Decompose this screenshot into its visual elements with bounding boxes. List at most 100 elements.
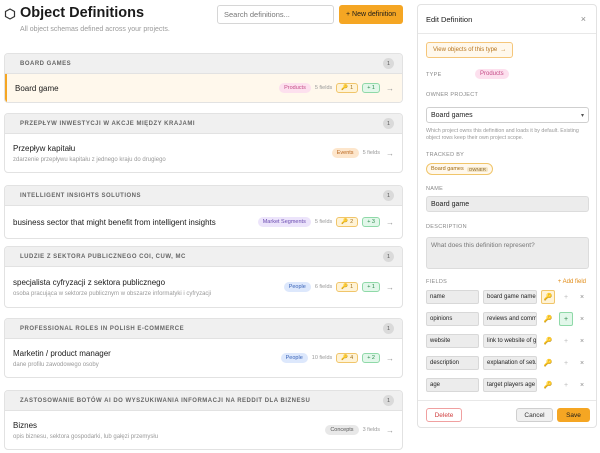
definition-row[interactable]: Przepływ kapitału zdarzenie przepływu ka… <box>5 134 402 172</box>
hexagon-icon <box>4 8 16 20</box>
remove-field-icon[interactable]: × <box>577 338 587 345</box>
remove-field-icon[interactable]: × <box>577 316 587 323</box>
field-count: 3 fields <box>362 427 380 433</box>
group-header[interactable]: LUDZIE Z SEKTORA PUBLICZNEGO COI, CUW, M… <box>5 247 402 267</box>
group-count: 1 <box>383 251 394 262</box>
group-przeplyw: PRZEPŁYW INWESTYCJI W AKCJE MIĘDZY KRAJA… <box>4 113 403 173</box>
plus-badge: + 1 <box>362 282 380 292</box>
search-input[interactable] <box>217 5 334 24</box>
plus-toggle-icon[interactable]: + <box>559 290 573 304</box>
definition-row[interactable]: specjalista cyfryzacji z sektora publicz… <box>5 267 402 307</box>
group-ludzie-sektora: LUDZIE Z SEKTORA PUBLICZNEGO COI, CUW, M… <box>4 246 403 308</box>
divider <box>418 33 596 34</box>
group-header[interactable]: PRZEPŁYW INWESTYCJI W AKCJE MIĘDZY KRAJA… <box>5 114 402 134</box>
field-description-input[interactable]: reviews and comments <box>483 312 537 326</box>
group-zastosowanie-botow: ZASTOSOWANIE BOTÓW AI DO WYSZUKIWANIA IN… <box>4 390 403 450</box>
key-toggle-icon[interactable]: 🔑 <box>541 356 555 370</box>
key-toggle-icon[interactable]: 🔑 <box>541 334 555 348</box>
remove-field-icon[interactable]: × <box>577 360 587 367</box>
field-description-input[interactable]: explanation of setup <box>483 356 537 370</box>
type-pill: Events <box>331 148 359 158</box>
plus-toggle-icon[interactable]: + <box>559 378 573 392</box>
fields-label: FIELDS <box>426 279 448 285</box>
field-row: opinions reviews and comments 🔑 + × <box>426 312 594 326</box>
key-toggle-icon[interactable]: 🔑 <box>541 290 555 304</box>
key-toggle-icon[interactable]: 🔑 <box>541 312 555 326</box>
key-icon: 🔑 <box>341 219 349 225</box>
field-row: website link to website of game 🔑 + × <box>426 334 594 348</box>
field-description-input[interactable]: link to website of game <box>483 334 537 348</box>
definition-description: opis biznesu, sektora gospodarki, lub ga… <box>13 433 159 440</box>
add-field-button[interactable]: + Add field <box>558 279 586 285</box>
field-count: 5 fields <box>362 150 380 156</box>
key-icon: 🔑 <box>341 284 349 290</box>
group-header[interactable]: INTELLIGENT INSIGHTS SOLUTIONS 1 <box>5 186 402 206</box>
group-header[interactable]: BOARD GAMES 1 <box>5 54 402 74</box>
type-pill: Products <box>279 83 311 93</box>
field-row: age target players age 🔑 + × <box>426 378 594 392</box>
group-name: BOARD GAMES <box>20 60 72 67</box>
type-pill: Products <box>475 69 509 79</box>
remove-field-icon[interactable]: × <box>577 382 587 389</box>
owner-project-label: OWNER PROJECT <box>426 92 479 98</box>
group-count: 1 <box>383 190 394 201</box>
field-name-input[interactable]: description <box>426 356 479 370</box>
tracked-by-label: TRACKED BY <box>426 152 465 158</box>
type-label: TYPE <box>426 72 442 78</box>
key-badge: 🔑 1 <box>336 83 359 93</box>
field-row: description explanation of setup 🔑 + × <box>426 356 594 370</box>
owner-project-select[interactable]: Board games ▾ <box>426 107 589 123</box>
field-count: 5 fields <box>314 85 333 91</box>
divider <box>418 400 596 401</box>
group-count: 1 <box>383 58 394 69</box>
save-button[interactable]: Save <box>557 408 590 422</box>
field-name-input[interactable]: age <box>426 378 479 392</box>
definition-description: dane profilu zawodowego osoby <box>13 361 99 368</box>
view-objects-button[interactable]: View objects of this type → <box>426 42 514 58</box>
group-intelligent-insights: INTELLIGENT INSIGHTS SOLUTIONS 1 busines… <box>4 185 403 239</box>
arrow-right-icon: → <box>386 425 394 435</box>
definition-row[interactable]: Marketin / product manager dane profilu … <box>5 339 402 377</box>
group-count: 1 <box>383 395 394 406</box>
type-pill: Concepts <box>325 425 359 435</box>
key-badge: 🔑 2 <box>336 217 359 227</box>
field-count: 5 fields <box>314 219 333 225</box>
field-name-input[interactable]: opinions <box>426 312 479 326</box>
field-name-input[interactable]: website <box>426 334 479 348</box>
page-subtitle: All object schemas defined across your p… <box>20 26 170 33</box>
name-input[interactable]: Board game <box>426 196 589 212</box>
plus-toggle-icon[interactable]: + <box>559 356 573 370</box>
type-pill: People <box>283 282 311 292</box>
description-textarea[interactable]: What does this definition represent? <box>426 237 589 269</box>
group-board-games: BOARD GAMES 1 Board game Products 5 fiel… <box>4 53 403 103</box>
group-name: ZASTOSOWANIE BOTÓW AI DO WYSZUKIWANIA IN… <box>20 397 311 404</box>
remove-field-icon[interactable]: × <box>577 294 587 301</box>
delete-button[interactable]: Delete <box>426 408 462 422</box>
definition-row[interactable]: Board game Products 5 fields 🔑 1 + 1 → <box>5 74 402 102</box>
arrow-right-icon: → <box>386 282 394 292</box>
cancel-button[interactable]: Cancel <box>516 408 553 422</box>
plus-toggle-icon[interactable]: + <box>559 334 573 348</box>
group-header[interactable]: PROFESSIONAL ROLES IN POLISH E-COMMERCE … <box>5 319 402 339</box>
chevron-down-icon: ▾ <box>580 112 584 119</box>
tracked-project-chip: Board games OWNER <box>426 163 493 175</box>
group-header[interactable]: ZASTOSOWANIE BOTÓW AI DO WYSZUKIWANIA IN… <box>5 391 402 411</box>
key-toggle-icon[interactable]: 🔑 <box>541 378 555 392</box>
owner-help-text: Which project owns this definition and l… <box>426 128 579 142</box>
object-definitions-page: Object Definitions All object schemas de… <box>0 0 600 453</box>
field-description-input[interactable]: target players age <box>483 378 537 392</box>
field-count: 10 fields <box>311 355 333 361</box>
definition-description: zdarzenie przepływu kapitału z jednego k… <box>13 156 166 163</box>
plus-badge: + 1 <box>362 83 380 93</box>
group-name: LUDZIE Z SEKTORA PUBLICZNEGO COI, CUW, M… <box>20 253 186 260</box>
close-icon[interactable]: × <box>581 14 586 24</box>
new-definition-button[interactable]: + New definition <box>339 5 403 24</box>
field-description-input[interactable]: board game name <box>483 290 537 304</box>
page-title: Object Definitions <box>20 5 145 21</box>
description-label: DESCRIPTION <box>426 224 467 230</box>
field-name-input[interactable]: name <box>426 290 479 304</box>
definition-description: osoba pracująca w sektorze publicznym w … <box>13 290 212 297</box>
definition-row[interactable]: business sector that might benefit from … <box>5 206 402 238</box>
definition-row[interactable]: Biznes opis biznesu, sektora gospodarki,… <box>5 411 402 449</box>
plus-toggle-icon[interactable]: + <box>559 312 573 326</box>
